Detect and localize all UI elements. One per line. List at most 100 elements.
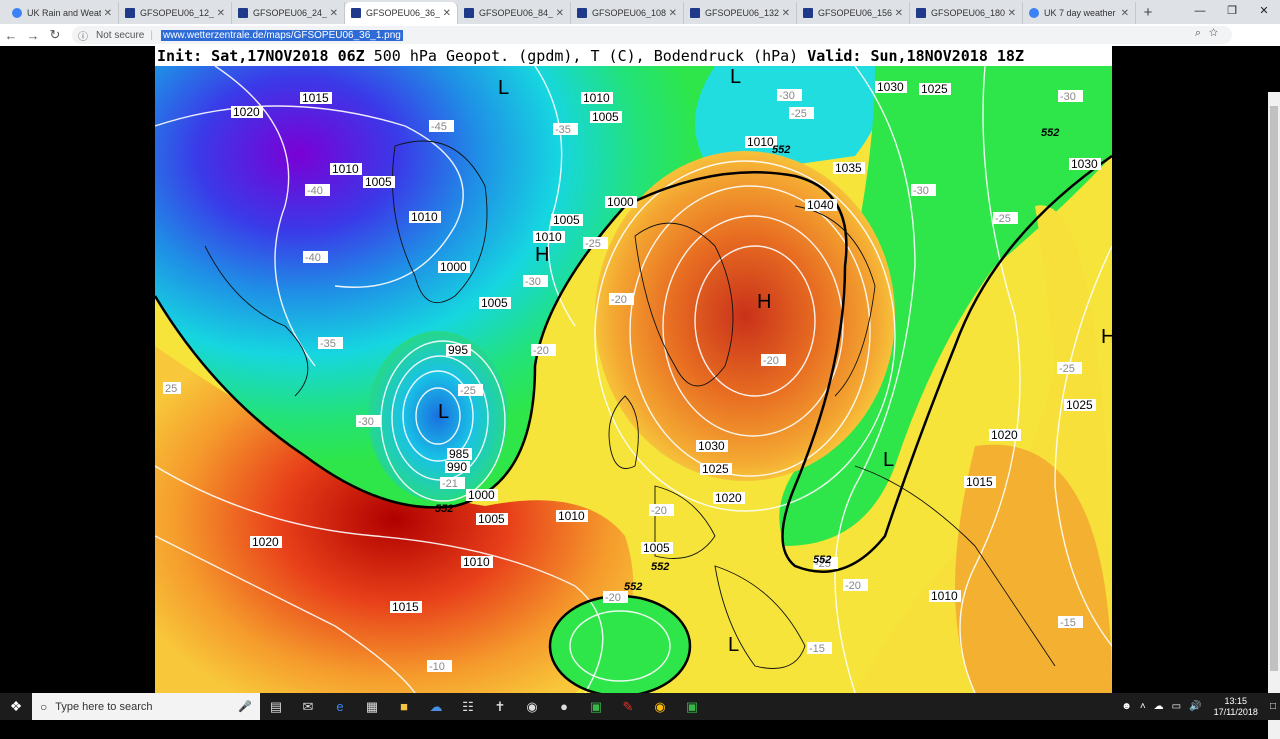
- weather-map: Init: Sat,17NOV2018 06Z 500 hPa Geopot. …: [155, 46, 1112, 693]
- calendar-icon[interactable]: ☷: [452, 699, 484, 715]
- tab-close-icon[interactable]: ✕: [556, 8, 564, 19]
- browser-tab[interactable]: GFSOPEU06_12_1.p✕: [119, 2, 232, 24]
- tab-close-icon[interactable]: ✕: [1008, 8, 1016, 19]
- security-label: Not secure: [96, 29, 145, 41]
- browser-tab[interactable]: UK 7 day weather ✕: [1023, 2, 1136, 24]
- browser-tab[interactable]: GFSOPEU06_84_1.p✕: [458, 2, 571, 24]
- pressure-label: 1000: [440, 260, 467, 274]
- media-icon[interactable]: ◉: [516, 699, 548, 715]
- pressure-label: 1010: [463, 555, 490, 569]
- back-icon[interactable]: ←: [0, 28, 22, 43]
- temperature-label: -30: [779, 90, 795, 102]
- tab-close-icon[interactable]: ✕: [104, 8, 112, 19]
- minimize-icon[interactable]: —: [1184, 0, 1216, 22]
- pressure-label: 1005: [553, 213, 580, 227]
- temperature-label: -25: [1059, 363, 1075, 375]
- scrollbar-thumb[interactable]: [1270, 106, 1278, 671]
- zoom-icon[interactable]: ⌕: [1195, 27, 1209, 39]
- new-tab-button[interactable]: +: [1136, 2, 1160, 24]
- browser-tab[interactable]: GFSOPEU06_156_1✕: [797, 2, 910, 24]
- tab-favicon-icon: [464, 8, 474, 18]
- clock[interactable]: 13:15 17/11/2018: [1214, 696, 1258, 718]
- pressure-label: 1015: [392, 600, 419, 614]
- map-title: Init: Sat,17NOV2018 06Z 500 hPa Geopot. …: [155, 46, 1112, 66]
- camtasia-recorder-icon[interactable]: ▣: [676, 699, 708, 715]
- temperature-label: -25: [585, 238, 601, 250]
- pressure-label: 990: [447, 460, 467, 474]
- info-icon[interactable]: ⓘ: [78, 28, 88, 43]
- browser-tab[interactable]: GFSOPEU06_180_1✕: [910, 2, 1023, 24]
- network-icon[interactable]: ☁: [1154, 701, 1164, 712]
- camtasia-icon[interactable]: ▣: [580, 699, 612, 715]
- address-bar[interactable]: ⓘ Not secure | www.wetterzentrale.de/map…: [72, 26, 1232, 44]
- edge-icon[interactable]: e: [324, 699, 356, 714]
- chrome-icon[interactable]: ◉: [644, 699, 676, 715]
- tray-chevron-icon[interactable]: ˄: [1140, 701, 1146, 712]
- vertical-scrollbar[interactable]: [1268, 92, 1280, 739]
- height-label: 552: [813, 554, 831, 566]
- pressure-center-label: L: [730, 66, 741, 88]
- temperature-label: 25: [165, 383, 177, 395]
- pressure-label: 1030: [877, 80, 904, 94]
- pressure-label: 1025: [1066, 398, 1093, 412]
- tab-close-icon[interactable]: ✕: [443, 8, 451, 19]
- tab-favicon-icon: [690, 8, 700, 18]
- browser-tab[interactable]: GFSOPEU06_24_1.p✕: [232, 2, 345, 24]
- temperature-label: -20: [533, 345, 549, 357]
- tab-close-icon[interactable]: ✕: [217, 8, 225, 19]
- battery-icon[interactable]: ▭: [1172, 701, 1181, 712]
- reload-icon[interactable]: ↻: [44, 27, 66, 43]
- tab-title: UK 7 day weather: [1044, 8, 1116, 18]
- browser-tab[interactable]: GFSOPEU06_132_1✕: [684, 2, 797, 24]
- restore-icon[interactable]: ❐: [1216, 0, 1248, 22]
- tab-favicon-icon: [916, 8, 926, 18]
- clock-date: 17/11/2018: [1213, 706, 1258, 717]
- task-view-icon[interactable]: ▤: [260, 699, 292, 715]
- search-placeholder: Type here to search: [55, 700, 153, 713]
- pressure-center-label: H: [1101, 326, 1112, 348]
- store-icon[interactable]: ▦: [356, 699, 388, 715]
- microphone-icon[interactable]: 🎤: [238, 700, 252, 713]
- url-text[interactable]: www.wetterzentrale.de/maps/GFSOPEU06_36_…: [160, 29, 403, 41]
- temperature-label: -15: [1060, 617, 1076, 629]
- app-icon[interactable]: ●: [548, 699, 580, 714]
- volume-icon[interactable]: 🔊: [1189, 701, 1201, 712]
- temperature-label: -35: [555, 124, 571, 136]
- tab-title: GFSOPEU06_132_1: [705, 8, 779, 18]
- tab-close-icon[interactable]: ✕: [895, 8, 903, 19]
- pressure-label: 995: [448, 343, 468, 357]
- pressure-center-label: L: [438, 401, 449, 423]
- mail-icon[interactable]: ✉: [292, 699, 324, 715]
- pressure-label: 1040: [807, 198, 834, 212]
- forward-icon[interactable]: →: [22, 28, 44, 43]
- tab-close-icon[interactable]: ✕: [330, 8, 338, 19]
- pressure-label: 1030: [1071, 157, 1098, 171]
- onedrive-icon[interactable]: ☁: [420, 699, 452, 715]
- temperature-label: -45: [431, 121, 447, 133]
- settings-icon[interactable]: ✝: [484, 699, 516, 715]
- tab-favicon-icon: [1029, 8, 1039, 18]
- file-explorer-icon[interactable]: ■: [388, 699, 420, 714]
- tab-close-icon[interactable]: ✕: [669, 8, 677, 19]
- browser-tab[interactable]: UK Rain and Weath ✕: [6, 2, 119, 24]
- browser-tab[interactable]: GFSOPEU06_36_1.p✕: [345, 2, 458, 24]
- star-icon[interactable]: ☆: [1209, 27, 1226, 39]
- people-icon[interactable]: ☻: [1121, 701, 1132, 712]
- temperature-label: -20: [845, 580, 861, 592]
- pressure-label: 1010: [535, 230, 562, 244]
- tab-favicon-icon: [12, 8, 22, 18]
- windows-start-icon[interactable]: ❖: [0, 698, 32, 715]
- temperature-label: -25: [460, 385, 476, 397]
- browser-tab[interactable]: GFSOPEU06_108_1✕: [571, 2, 684, 24]
- pressure-label: 1000: [468, 488, 495, 502]
- notifications-icon[interactable]: □: [1270, 701, 1276, 712]
- tab-close-icon[interactable]: ✕: [1121, 8, 1129, 19]
- taskbar-search[interactable]: ○ Type here to search 🎤: [32, 693, 260, 720]
- temperature-label: -10: [429, 661, 445, 673]
- windows-taskbar: ❖ ○ Type here to search 🎤 ▤ ✉ e ▦ ■ ☁ ☷ …: [0, 693, 1280, 720]
- paint-icon[interactable]: ✎: [612, 699, 644, 715]
- tab-close-icon[interactable]: ✕: [782, 8, 790, 19]
- close-window-icon[interactable]: ✕: [1248, 0, 1280, 22]
- temperature-label: -20: [605, 592, 621, 604]
- pressure-label: 1015: [302, 91, 329, 105]
